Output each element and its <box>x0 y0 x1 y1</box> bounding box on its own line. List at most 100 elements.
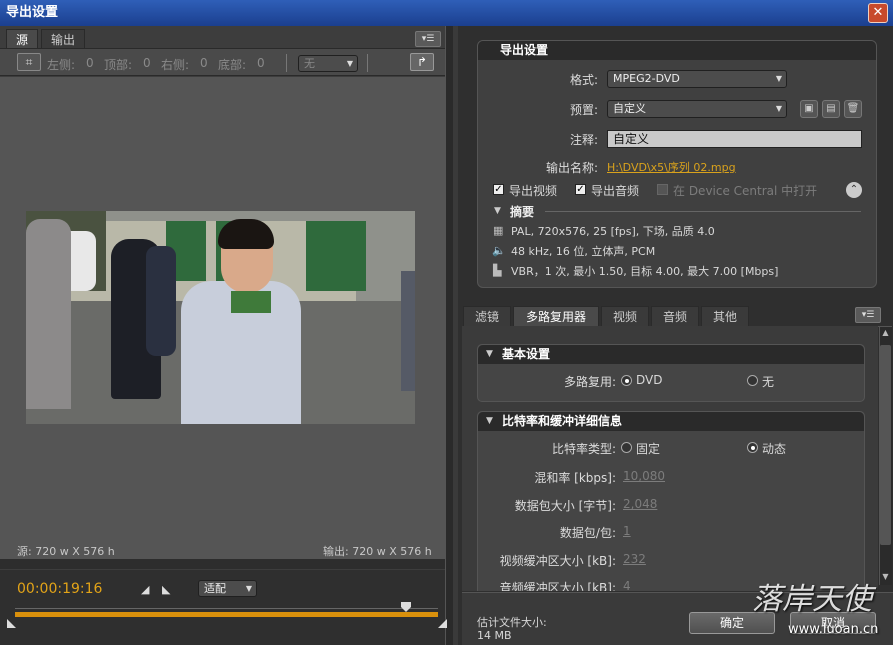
audio-buffer-label: 音频缓冲区大小 [kB]: <box>499 581 616 591</box>
packets-per-pack-value[interactable]: 1 <box>623 524 631 538</box>
estimated-size-label: 估计文件大小: <box>477 616 547 629</box>
window-title: 导出设置 <box>0 0 893 26</box>
bitrate-chart-icon: ▙ <box>493 264 502 277</box>
bitrate-section: 比特率和缓冲详细信息 ▼ 比特率类型: 固定 动态 混和率 [kbps]: 10… <box>477 411 865 591</box>
device-central-label: 在 Device Central 中打开 <box>673 184 818 198</box>
crop-bottom-label: 底部: <box>218 58 247 72</box>
summary-audio: 48 kHz, 16 位, 立体声, PCM <box>511 245 656 258</box>
export-video-checkbox[interactable]: ✓ <box>493 184 504 195</box>
share-arrow-icon[interactable]: ↱ <box>410 53 434 71</box>
set-out-point-icon[interactable]: ◣ <box>162 583 170 596</box>
chevron-down-icon: ▼ <box>775 104 782 113</box>
mux-dvd-radio[interactable] <box>621 375 632 386</box>
panel-menu-button[interactable]: ▾☰ <box>855 307 881 323</box>
format-value: MPEG2-DVD <box>613 72 680 85</box>
bitrate-fixed-label: 固定 <box>636 442 661 456</box>
save-preset-icon[interactable]: ▣ <box>800 100 818 118</box>
chevron-down-icon: ▼ <box>245 584 252 593</box>
aspect-select[interactable]: 无 ▼ <box>298 55 358 72</box>
crop-right-value[interactable]: 0 <box>200 56 208 70</box>
chevron-down-icon: ▼ <box>346 59 353 68</box>
tab-output[interactable]: 输出 <box>41 29 86 49</box>
video-buffer-label: 视频缓冲区大小 [kB]: <box>499 554 616 568</box>
aspect-value: 无 <box>304 57 315 70</box>
mux-rate-label: 混和率 [kbps]: <box>534 471 616 485</box>
output-name-label: 输出名称: <box>545 161 598 175</box>
tab-video[interactable]: 视频 <box>601 306 649 326</box>
video-film-icon: ▦ <box>493 224 504 237</box>
export-video-label: 导出视频 <box>509 184 558 198</box>
tab-filters[interactable]: 滤镜 <box>463 306 511 326</box>
crop-bottom-value[interactable]: 0 <box>257 56 265 70</box>
export-audio-label: 导出音频 <box>591 184 640 198</box>
preset-select[interactable]: 自定义 ▼ <box>607 100 787 118</box>
panel-menu-button[interactable]: ▾☰ <box>415 31 441 47</box>
crop-left-value[interactable]: 0 <box>86 56 94 70</box>
audio-speaker-icon: 🔈 <box>492 244 506 257</box>
import-preset-icon[interactable]: ▤ <box>822 100 840 118</box>
mux-rate-value[interactable]: 10,080 <box>623 469 665 483</box>
watermark-logo: 落岸天使 <box>752 582 872 617</box>
packet-size-label: 数据包大小 [字节]: <box>514 499 616 513</box>
bitrate-dynamic-radio[interactable] <box>747 442 758 453</box>
output-dimensions: 输出: 720 w X 576 h <box>323 545 432 558</box>
fit-value: 适配 <box>204 582 226 595</box>
bitrate-fixed-radio[interactable] <box>621 442 632 453</box>
basic-settings-header: 基本设置 <box>478 345 864 364</box>
collapse-up-icon[interactable]: ⌃ <box>846 182 862 198</box>
output-name-link[interactable]: H:\DVD\x5\序列 02.mpg <box>607 159 736 175</box>
panel-splitter[interactable] <box>445 26 453 645</box>
scroll-up-icon[interactable]: ▲ <box>880 328 891 342</box>
tab-other[interactable]: 其他 <box>701 306 749 326</box>
audio-buffer-value[interactable]: 4 <box>623 579 631 591</box>
format-select[interactable]: MPEG2-DVD ▼ <box>607 70 787 88</box>
watermark-url: www.luoan.cn <box>788 622 879 637</box>
export-audio-checkbox[interactable]: ✓ <box>575 184 586 195</box>
tab-audio[interactable]: 音频 <box>651 306 699 326</box>
crop-icon[interactable]: ⌗ <box>17 53 41 71</box>
toolbar-divider <box>286 54 287 72</box>
video-buffer-value[interactable]: 232 <box>623 552 646 566</box>
mux-none-label: 无 <box>762 375 775 389</box>
bitrate-header: 比特率和缓冲详细信息 <box>478 412 864 431</box>
video-frame-image <box>26 211 415 424</box>
mux-none-radio[interactable] <box>747 375 758 386</box>
toolbar-divider <box>367 54 368 72</box>
timeline-range-bar[interactable] <box>15 612 438 617</box>
device-central-checkbox[interactable] <box>657 184 668 195</box>
summary-label: 摘要 <box>510 205 535 219</box>
chevron-down-icon: ▼ <box>775 74 782 83</box>
horizontal-scrollbar[interactable] <box>0 558 445 569</box>
bitrate-dynamic-label: 动态 <box>762 442 787 456</box>
crop-top-value[interactable]: 0 <box>143 56 151 70</box>
preset-label: 预置: <box>569 103 598 117</box>
delete-preset-icon[interactable]: 🗑 <box>844 100 862 118</box>
crop-right-label: 右侧: <box>161 58 190 72</box>
set-in-point-icon[interactable]: ◢ <box>141 583 149 596</box>
summary-toggle-icon[interactable]: ▼ <box>494 206 501 216</box>
estimated-size-value: 14 MB <box>477 629 512 642</box>
scroll-down-icon[interactable]: ▼ <box>880 572 891 584</box>
export-settings-header: 导出设置 <box>478 41 876 60</box>
basic-settings-section: 基本设置 ▼ 多路复用: DVD 无 <box>477 344 865 402</box>
format-label: 格式: <box>569 73 598 87</box>
comment-field[interactable]: 自定义 <box>607 130 862 148</box>
summary-video: PAL, 720x576, 25 [fps], 下场, 品质 4.0 <box>511 225 715 238</box>
tab-multiplexer[interactable]: 多路复用器 <box>513 306 599 326</box>
packet-size-value[interactable]: 2,048 <box>623 497 657 511</box>
collapse-toggle-icon[interactable]: ▼ <box>486 349 493 359</box>
tab-source[interactable]: 源 <box>6 29 39 49</box>
crop-top-label: 顶部: <box>104 58 133 72</box>
summary-bitrate: VBR，1 次, 最小 1.50, 目标 4.00, 最大 7.00 [Mbps… <box>511 265 779 278</box>
packets-per-pack-label: 数据包/包: <box>559 526 616 540</box>
preset-value: 自定义 <box>613 102 646 115</box>
timeline-ruler <box>15 608 438 609</box>
scroll-thumb[interactable] <box>880 345 891 545</box>
close-button[interactable]: ✕ <box>868 3 888 23</box>
comment-label: 注释: <box>569 133 598 147</box>
timecode[interactable]: 00:00:19:16 <box>17 581 102 597</box>
collapse-toggle-icon[interactable]: ▼ <box>486 416 493 426</box>
mux-label: 多路复用: <box>563 375 616 389</box>
divider <box>545 211 861 212</box>
fit-select[interactable]: 适配 ▼ <box>198 580 257 597</box>
